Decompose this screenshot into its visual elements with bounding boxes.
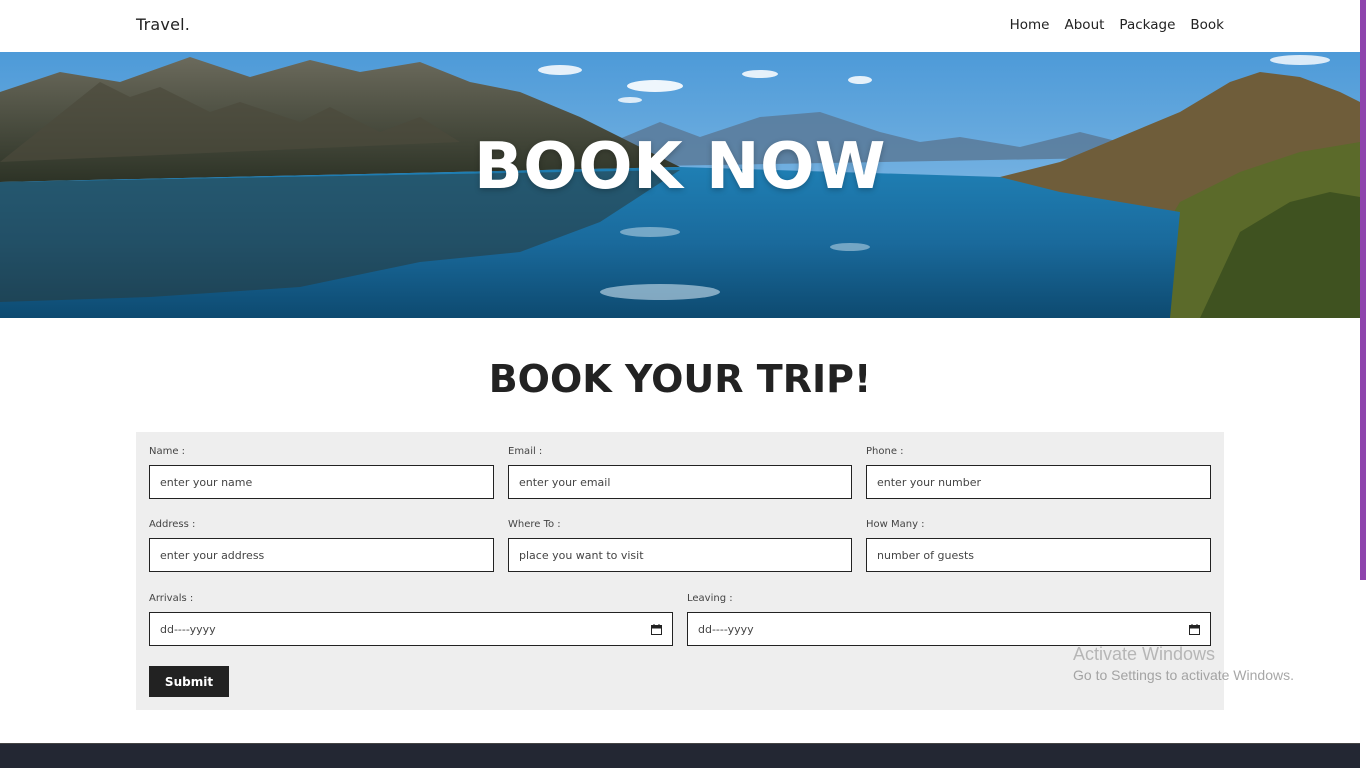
watermark-title: Activate Windows (1073, 644, 1216, 664)
email-placeholder: enter your email (519, 475, 611, 489)
where-to-label: Where To : (508, 519, 561, 530)
address-placeholder: enter your address (160, 548, 265, 562)
hero-banner: BOOK NOW (0, 52, 1360, 318)
leaving-placeholder: dd----yyyy (698, 622, 754, 636)
how-many-label: How Many : (866, 519, 925, 530)
phone-input[interactable]: enter your number (866, 465, 1211, 499)
arrivals-field-group: Arrivals : dd----yyyy (149, 593, 673, 646)
scrollbar-thumb[interactable] (1360, 0, 1366, 580)
arrivals-label: Arrivals : (149, 593, 194, 604)
nav-link-book[interactable]: Book (1190, 17, 1224, 33)
watermark-subtitle: Go to Settings to activate Windows. (1073, 667, 1294, 683)
arrivals-date-input[interactable]: dd----yyyy (149, 612, 673, 646)
email-field-group: Email : enter your email (508, 446, 852, 499)
nav-links: Home About Package Book (1010, 17, 1224, 33)
nav-link-package[interactable]: Package (1119, 17, 1175, 33)
leaving-field-group: Leaving : dd----yyyy (687, 593, 1211, 646)
email-label: Email : (508, 446, 543, 457)
activate-windows-watermark: Activate Windows Go to Settings to activ… (1073, 644, 1294, 683)
name-label: Name : (149, 446, 186, 457)
booking-form: Name : enter your name Email : enter you… (136, 432, 1224, 710)
how-many-placeholder: number of guests (877, 548, 975, 562)
address-field-group: Address : enter your address (149, 519, 494, 572)
nav-link-about[interactable]: About (1065, 17, 1105, 33)
where-to-field-group: Where To : place you want to visit (508, 519, 852, 572)
arrivals-placeholder: dd----yyyy (160, 622, 216, 636)
leaving-label: Leaving : (687, 593, 733, 604)
leaving-date-input[interactable]: dd----yyyy (687, 612, 1211, 646)
where-to-placeholder: place you want to visit (519, 548, 644, 562)
brand-logo[interactable]: Travel. (136, 15, 190, 34)
how-many-field-group: How Many : number of guests (866, 519, 1211, 572)
section-title: BOOK YOUR TRIP! (488, 357, 872, 401)
footer (0, 743, 1360, 768)
how-many-input[interactable]: number of guests (866, 538, 1211, 572)
address-label: Address : (149, 519, 196, 530)
calendar-icon[interactable] (651, 624, 662, 635)
address-input[interactable]: enter your address (149, 538, 494, 572)
calendar-icon[interactable] (1189, 624, 1200, 635)
navbar: Travel. Home About Package Book (0, 0, 1360, 52)
name-placeholder: enter your name (160, 475, 253, 489)
name-field-group: Name : enter your name (149, 446, 494, 499)
phone-label: Phone : (866, 446, 904, 457)
submit-button[interactable]: Submit (149, 666, 229, 697)
where-to-input[interactable]: place you want to visit (508, 538, 852, 572)
phone-field-group: Phone : enter your number (866, 446, 1211, 499)
phone-placeholder: enter your number (877, 475, 982, 489)
email-input[interactable]: enter your email (508, 465, 852, 499)
hero-title: BOOK NOW (473, 130, 887, 204)
name-input[interactable]: enter your name (149, 465, 494, 499)
nav-link-home[interactable]: Home (1010, 17, 1050, 33)
